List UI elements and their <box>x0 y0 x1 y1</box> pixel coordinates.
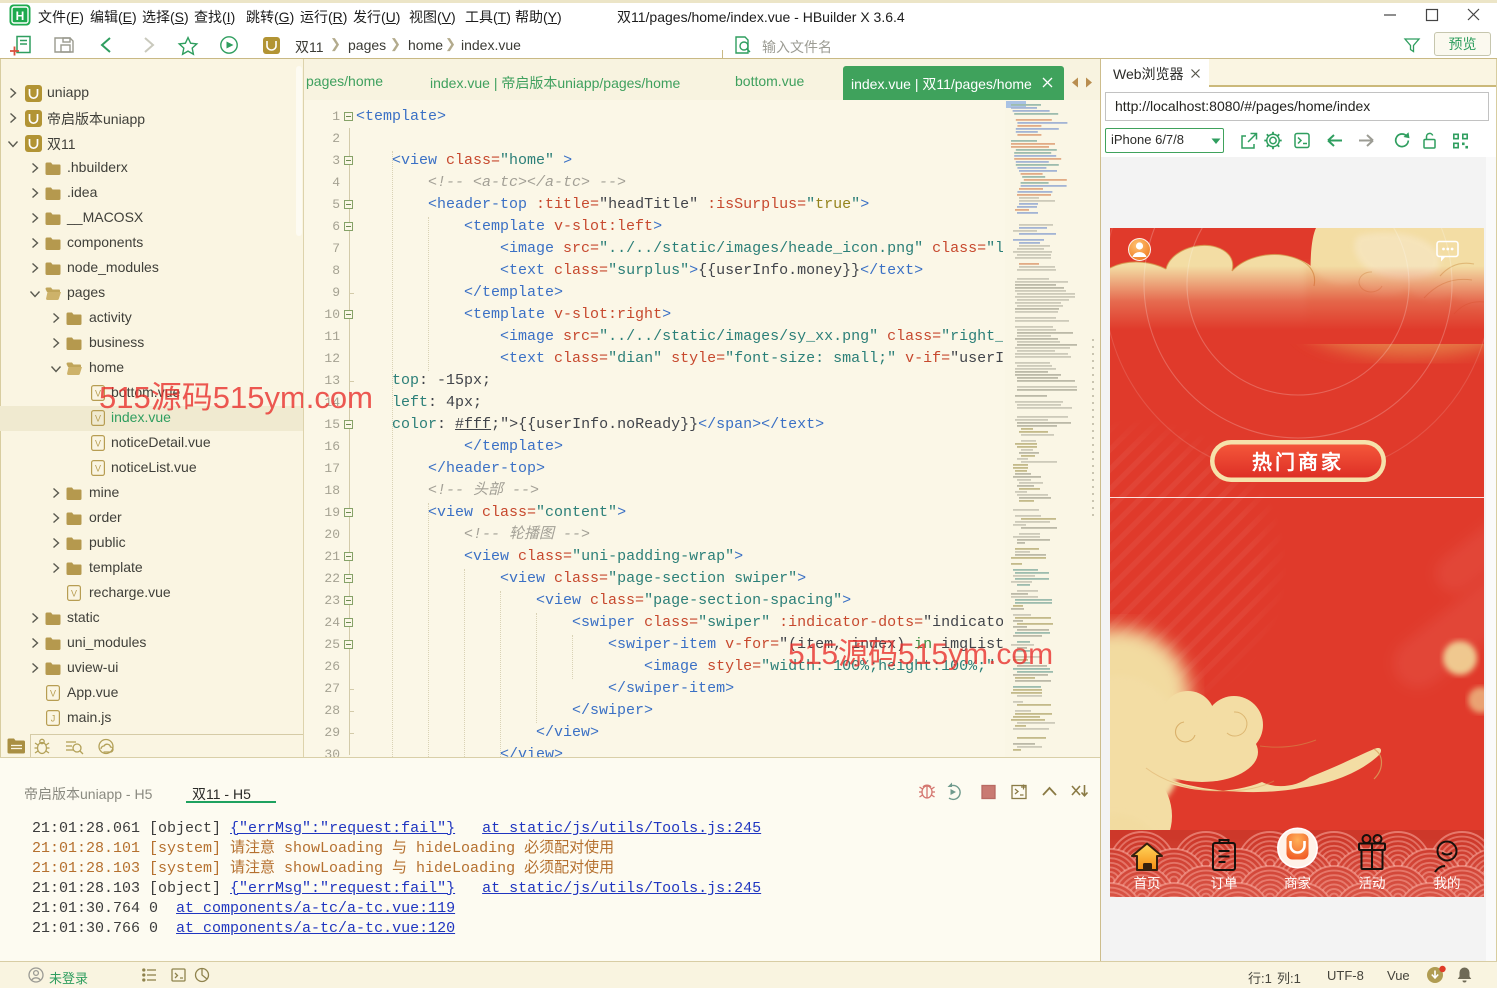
svg-text:首页: 首页 <box>1134 876 1161 891</box>
svg-text:V: V <box>71 589 77 599</box>
svg-text:H: H <box>16 9 25 23</box>
svg-text:V: V <box>95 464 101 474</box>
svg-text:V: V <box>95 439 101 449</box>
svg-text:订单: 订单 <box>1211 876 1238 891</box>
svg-text:我的: 我的 <box>1434 876 1461 891</box>
svg-text:热门商家: 热门商家 <box>1252 450 1344 474</box>
svg-text:V: V <box>50 689 56 699</box>
svg-text:J: J <box>51 714 56 724</box>
svg-text:活动: 活动 <box>1359 876 1386 891</box>
svg-text:商家: 商家 <box>1284 875 1312 891</box>
